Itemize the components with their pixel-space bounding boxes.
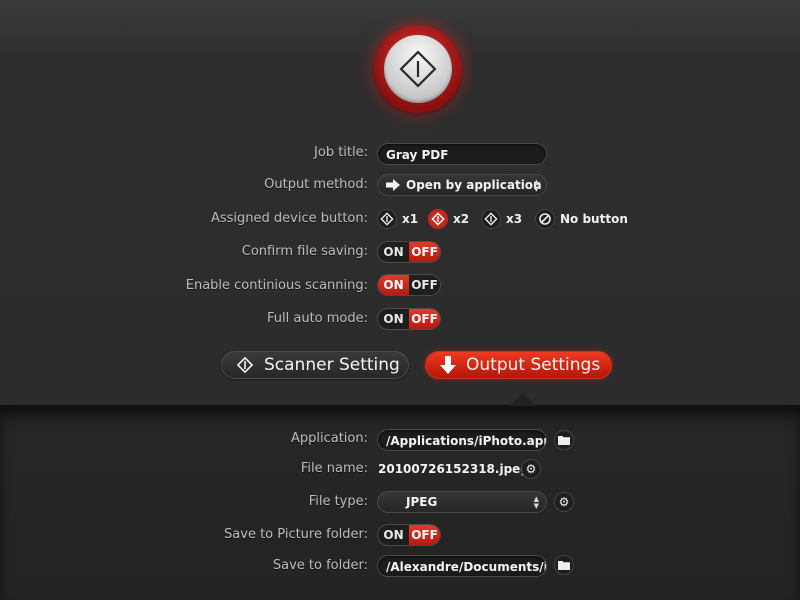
device-diamond-icon	[481, 209, 501, 229]
toggle-off[interactable]: OFF	[409, 275, 440, 295]
tab-output-settings[interactable]: Output Settings	[425, 351, 612, 379]
job-title-label: Job title:	[314, 145, 368, 160]
full-auto-label: Full auto mode:	[267, 311, 368, 326]
scan-diamond-icon	[399, 50, 437, 88]
output-method-label: Output method:	[264, 177, 368, 192]
tab-label: Output Settings	[466, 355, 601, 375]
file-type-settings-button[interactable]: ⚙	[554, 492, 574, 512]
confirm-saving-label: Confirm file saving:	[241, 244, 368, 259]
file-type-select[interactable]: JPEG ▲ ▼	[377, 491, 547, 513]
toggle-on[interactable]: ON	[378, 309, 409, 329]
no-button-icon	[535, 209, 555, 229]
application-label: Application:	[290, 431, 368, 446]
scan-button[interactable]	[384, 35, 452, 103]
device-option-x2[interactable]: x2	[428, 208, 469, 230]
confirm-saving-toggle[interactable]: ON OFF	[377, 241, 441, 263]
device-option-x1[interactable]: x1	[377, 208, 418, 230]
gear-icon: ⚙	[558, 495, 570, 509]
arrow-down-icon	[440, 356, 456, 374]
folder-icon	[558, 436, 570, 445]
browse-folder-button[interactable]	[554, 555, 574, 575]
file-name-value: 20100726152318.jpeg	[378, 462, 529, 476]
application-input[interactable]: /Applications/iPhoto.app	[377, 429, 547, 451]
toggle-off[interactable]: OFF	[409, 309, 440, 329]
updown-arrows-icon: ▲ ▼	[533, 178, 539, 193]
file-name-label: File name:	[300, 461, 368, 476]
device-diamond-icon	[377, 209, 397, 229]
file-type-label: File type:	[308, 494, 368, 509]
toggle-off[interactable]: OFF	[409, 525, 440, 545]
device-option-label: x2	[453, 212, 470, 226]
output-method-value: Open by application	[406, 178, 542, 192]
device-button-label: Assigned device button:	[210, 211, 368, 226]
save-to-folder-label: Save to folder:	[272, 558, 368, 573]
full-auto-toggle[interactable]: ON OFF	[377, 308, 441, 330]
scan-diamond-icon	[236, 356, 254, 374]
updown-arrows-icon: ▲ ▼	[533, 495, 539, 510]
save-to-picture-label: Save to Picture folder:	[224, 527, 368, 542]
arrow-right-icon	[386, 179, 400, 191]
gear-icon: ⚙	[525, 462, 537, 476]
tab-label: Scanner Setting	[264, 355, 400, 375]
device-option-label: No button	[560, 212, 628, 226]
toggle-on[interactable]: ON	[378, 242, 409, 262]
continuous-scan-toggle[interactable]: ON OFF	[377, 274, 441, 296]
file-type-value: JPEG	[406, 495, 438, 509]
device-diamond-icon	[428, 209, 448, 229]
active-tab-pointer	[510, 393, 536, 406]
tab-scanner-setting[interactable]: Scanner Setting	[221, 351, 409, 379]
device-option-label: x1	[402, 212, 419, 226]
toggle-on[interactable]: ON	[378, 275, 409, 295]
output-method-select[interactable]: Open by application ▲ ▼	[377, 174, 547, 196]
device-option-x3[interactable]: x3	[481, 208, 522, 230]
continuous-scan-label: Enable continious scanning:	[185, 278, 368, 293]
file-name-settings-button[interactable]: ⚙	[521, 459, 541, 479]
save-to-picture-toggle[interactable]: ON OFF	[377, 524, 441, 546]
device-option-label: x3	[506, 212, 523, 226]
folder-icon	[558, 561, 570, 570]
toggle-off[interactable]: OFF	[409, 242, 440, 262]
save-to-folder-input[interactable]: /Alexandre/Documents/i...	[377, 555, 547, 577]
device-option-none[interactable]: No button	[535, 208, 628, 230]
job-title-input[interactable]: Gray PDF	[377, 143, 547, 165]
browse-application-button[interactable]	[554, 430, 574, 450]
toggle-on[interactable]: ON	[378, 525, 409, 545]
